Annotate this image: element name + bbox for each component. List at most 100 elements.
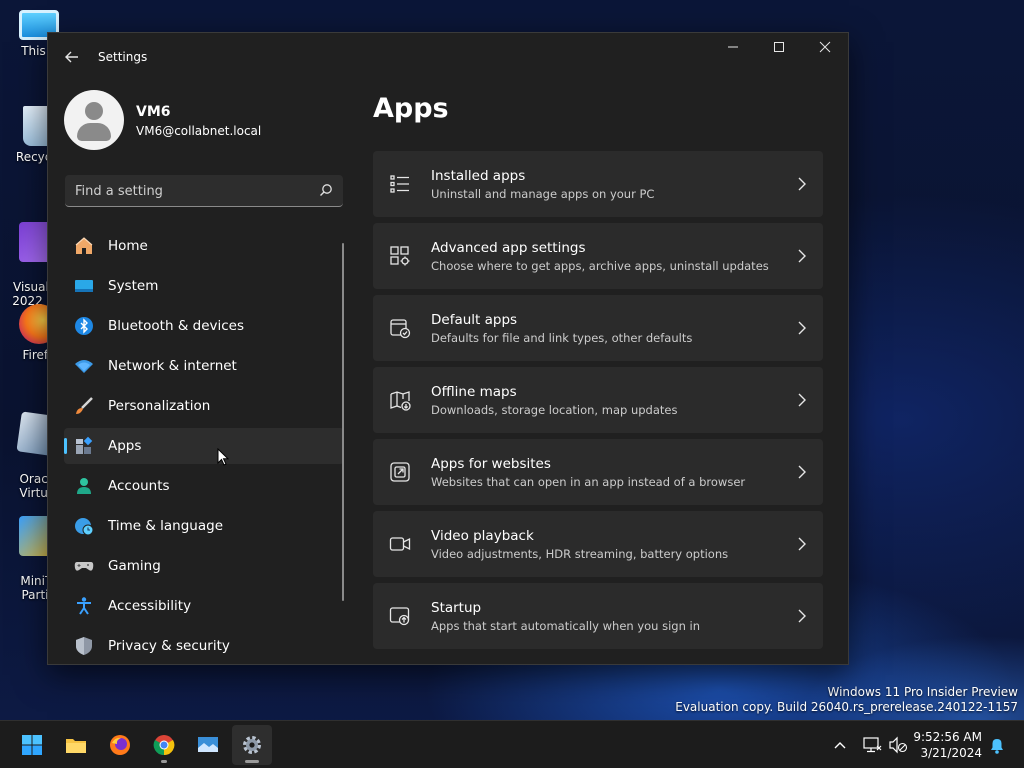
running-indicator	[161, 760, 167, 763]
chevron-right-icon	[798, 249, 806, 263]
map-download-icon	[390, 391, 411, 411]
card-title: Offline maps	[431, 384, 517, 400]
card-video-playback[interactable]: Video playback Video adjustments, HDR st…	[373, 511, 823, 577]
taskbar-chrome[interactable]	[144, 725, 184, 765]
maximize-icon	[774, 42, 784, 52]
sidebar-item-privacy[interactable]: Privacy & security	[64, 628, 344, 664]
mouse-cursor-icon	[217, 448, 229, 466]
selection-indicator	[64, 438, 67, 454]
os-watermark: Windows 11 Pro Insider Preview Evaluatio…	[675, 685, 1018, 715]
apps-icon	[76, 436, 93, 454]
sidebar-item-network[interactable]: Network & internet	[64, 348, 344, 384]
gamepad-icon	[74, 562, 94, 571]
sidebar-scrollbar[interactable]	[342, 243, 344, 601]
volume-muted-icon[interactable]	[888, 735, 908, 755]
sidebar-item-label: Network & internet	[108, 358, 237, 374]
avatar[interactable]	[64, 90, 124, 150]
card-title: Advanced app settings	[431, 240, 586, 256]
accessibility-icon	[77, 597, 91, 615]
sidebar-item-accounts[interactable]: Accounts	[64, 468, 344, 504]
card-advanced-app-settings[interactable]: Advanced app settings Choose where to ge…	[373, 223, 823, 289]
open-in-app-icon	[390, 462, 410, 482]
home-icon	[75, 237, 93, 254]
settings-card-list: Installed apps Uninstall and manage apps…	[373, 151, 823, 655]
search-box[interactable]	[65, 175, 343, 207]
chevron-right-icon	[798, 321, 806, 335]
watermark-edition: Windows 11 Pro Insider Preview	[827, 685, 1018, 699]
card-title: Default apps	[431, 312, 518, 328]
minimize-button[interactable]	[710, 33, 756, 65]
maximize-button[interactable]	[756, 33, 802, 65]
sidebar-item-bluetooth[interactable]: Bluetooth & devices	[64, 308, 344, 344]
brush-icon	[76, 397, 93, 414]
folder-icon	[66, 739, 86, 753]
sidebar-item-label: Time & language	[108, 518, 224, 534]
taskbar-settings[interactable]	[232, 725, 272, 765]
firefox-icon	[110, 735, 130, 755]
sidebar-item-system[interactable]: System	[64, 268, 344, 304]
close-button[interactable]	[802, 33, 848, 65]
back-button[interactable]	[60, 45, 84, 69]
minimize-icon	[728, 46, 738, 48]
default-apps-icon	[390, 319, 411, 339]
card-offline-maps[interactable]: Offline maps Downloads, storage location…	[373, 367, 823, 433]
settings-window: Settings VM6 VM6@collabnet.local Find a …	[47, 32, 849, 665]
search-icon[interactable]	[319, 183, 333, 197]
taskbar-firefox[interactable]	[100, 725, 140, 765]
windows-logo-icon	[22, 735, 42, 755]
taskbar-remote-desktop[interactable]	[188, 725, 228, 765]
close-icon	[819, 41, 831, 53]
sidebar-item-personalization[interactable]: Personalization	[64, 388, 344, 424]
card-description: Downloads, storage location, map updates	[431, 403, 678, 417]
sidebar-item-label: Gaming	[108, 558, 161, 574]
system-clock[interactable]: 9:52:56 AM 3/21/2024	[906, 729, 982, 761]
card-description: Video adjustments, HDR streaming, batter…	[431, 547, 729, 561]
card-title: Apps for websites	[431, 456, 551, 472]
clock-date: 3/21/2024	[920, 746, 982, 760]
sidebar-item-label: Accounts	[108, 478, 170, 494]
card-apps-for-websites[interactable]: Apps for websites Websites that can open…	[373, 439, 823, 505]
card-description: Apps that start automatically when you s…	[431, 619, 701, 633]
sidebar-item-time-language[interactable]: Time & language	[64, 508, 344, 544]
app-settings-icon	[390, 246, 410, 266]
start-button[interactable]	[12, 725, 52, 765]
chevron-up-icon[interactable]	[830, 735, 850, 755]
search-input[interactable]	[65, 175, 317, 207]
globe-clock-icon	[75, 518, 94, 536]
startup-icon	[389, 607, 410, 626]
user-profile[interactable]: VM6 VM6@collabnet.local	[64, 90, 354, 150]
sidebar-item-apps[interactable]: Apps	[64, 428, 344, 464]
card-description: Choose where to get apps, archive apps, …	[431, 259, 769, 273]
card-description: Websites that can open in an app instead…	[431, 475, 746, 489]
bluetooth-icon	[75, 317, 93, 335]
card-title: Video playback	[431, 528, 534, 544]
card-installed-apps[interactable]: Installed apps Uninstall and manage apps…	[373, 151, 823, 217]
sidebar-nav: Home System Bluetooth & devices Network …	[64, 228, 344, 664]
chevron-right-icon	[798, 465, 806, 479]
card-description: Uninstall and manage apps on your PC	[431, 187, 655, 201]
bell-icon[interactable]	[987, 735, 1007, 755]
sidebar-item-accessibility[interactable]: Accessibility	[64, 588, 344, 624]
sidebar-item-label: Apps	[108, 438, 142, 454]
sidebar-item-label: Bluetooth & devices	[108, 318, 245, 334]
taskbar-file-explorer[interactable]	[56, 725, 96, 765]
profile-name: VM6	[136, 104, 171, 120]
watermark-build: Evaluation copy. Build 26040.rs_prerelea…	[675, 700, 1018, 714]
video-icon	[389, 537, 411, 551]
network-icon[interactable]	[862, 735, 882, 755]
profile-email: VM6@collabnet.local	[136, 124, 262, 138]
card-startup[interactable]: Startup Apps that start automatically wh…	[373, 583, 823, 649]
chevron-right-icon	[798, 177, 806, 191]
list-icon	[390, 175, 409, 193]
wifi-icon	[75, 360, 93, 373]
clock-time: 9:52:56 AM	[913, 730, 982, 744]
sidebar-item-label: System	[108, 278, 159, 294]
title-bar[interactable]: Settings	[48, 33, 848, 81]
gear-icon	[243, 736, 261, 754]
card-default-apps[interactable]: Default apps Defaults for file and link …	[373, 295, 823, 361]
arrow-left-icon	[65, 51, 78, 63]
sidebar-item-home[interactable]: Home	[64, 228, 344, 264]
sidebar-item-label: Home	[108, 238, 148, 254]
sidebar-item-gaming[interactable]: Gaming	[64, 548, 344, 584]
monitor-icon	[75, 280, 93, 292]
